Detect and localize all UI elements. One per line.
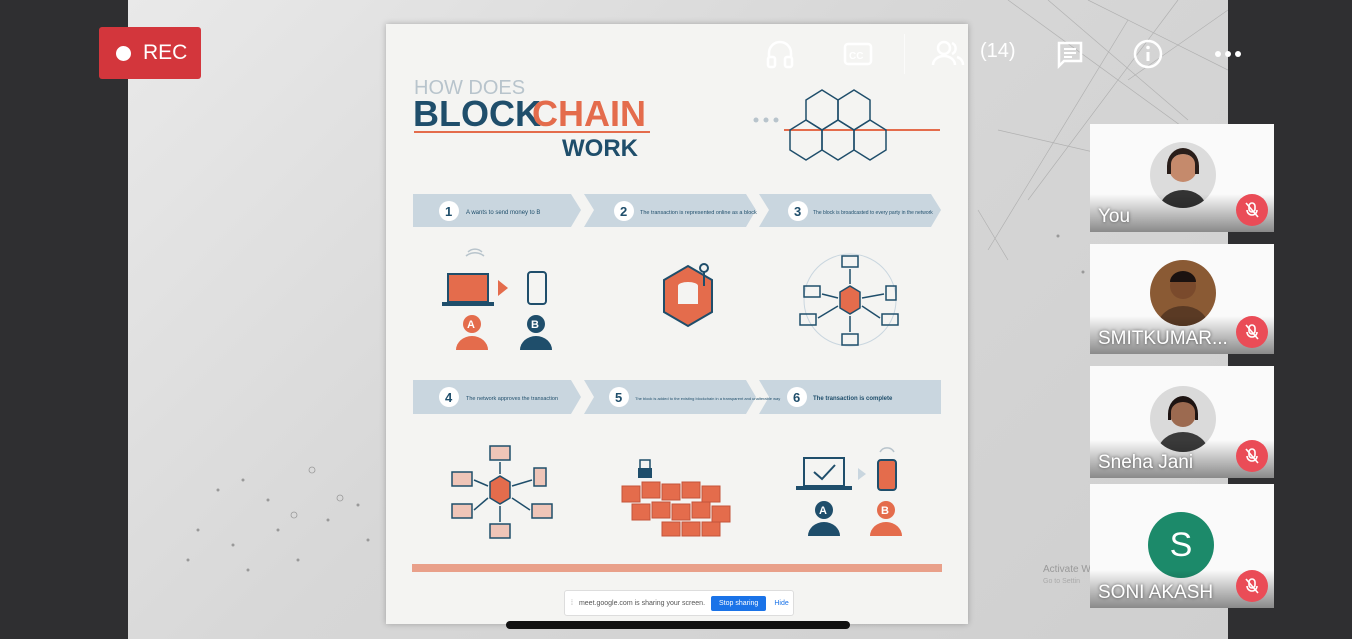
step-6-number: 6 xyxy=(793,390,800,405)
more-options-icon[interactable] xyxy=(1208,30,1248,78)
captions-icon[interactable]: CC xyxy=(838,30,878,78)
recording-indicator: REC xyxy=(99,27,201,79)
participant-tile-you[interactable]: You xyxy=(1090,124,1274,232)
avatar: S xyxy=(1148,512,1214,578)
toolbar-divider xyxy=(904,34,905,74)
recording-label: REC xyxy=(143,41,188,64)
participant-name: You xyxy=(1098,206,1131,227)
participant-tile-smitkumar[interactable]: SMITKUMAR... xyxy=(1090,244,1274,354)
info-icon[interactable] xyxy=(1128,30,1168,78)
screen-share-bar: ⁞ meet.google.com is sharing your screen… xyxy=(564,590,794,616)
record-dot-icon xyxy=(116,45,131,61)
mic-muted-icon xyxy=(1236,316,1268,348)
step-1-text: A wants to send money to B xyxy=(466,210,540,216)
slide-title-block: BLOCK xyxy=(413,93,541,134)
stop-sharing-button[interactable]: Stop sharing xyxy=(711,595,767,611)
people-icon[interactable] xyxy=(928,30,968,78)
mic-muted-icon xyxy=(1236,194,1268,226)
step-6-text: The transaction is complete xyxy=(813,396,893,402)
step-1-number: 1 xyxy=(445,204,452,219)
hide-button[interactable]: Hide xyxy=(774,600,788,607)
slide-title-work: WORK xyxy=(562,135,639,162)
participant-tile-soni-akash[interactable]: S SONI AKASH xyxy=(1090,484,1274,608)
step-4-number: 4 xyxy=(445,390,453,405)
slide-footer-bar xyxy=(412,564,942,572)
drag-handle-icon[interactable]: ⁞ xyxy=(571,600,573,607)
step-4-text: The network approves the transaction xyxy=(466,396,558,402)
blockchain-infographic: HOW DOES BLOCK CHAIN WORK 1 A wants to s… xyxy=(412,77,942,572)
headphones-icon[interactable] xyxy=(760,30,800,78)
activate-watermark-sub: Go to Settin xyxy=(1043,578,1080,585)
step-5-number: 5 xyxy=(615,390,622,405)
participant-tile-sneha-jani[interactable]: Sneha Jani xyxy=(1090,366,1274,478)
participant-name: Sneha Jani xyxy=(1098,452,1194,473)
network-broadcast-illustration xyxy=(799,253,899,347)
user-b-badge: B xyxy=(531,319,539,331)
step-3-text: The block is broadcasted to every party … xyxy=(813,210,933,216)
step-2-text: The transaction is represented online as… xyxy=(640,210,757,216)
mic-muted-icon xyxy=(1236,440,1268,472)
participant-count: (14) xyxy=(980,40,1016,62)
slide-title-chain: CHAIN xyxy=(532,93,646,134)
chat-icon[interactable] xyxy=(1050,30,1090,78)
share-message: meet.google.com is sharing your screen. xyxy=(578,599,706,607)
blockchain-added-illustration xyxy=(621,459,731,537)
participant-name: SONI AKASH xyxy=(1098,582,1214,603)
network-approval-illustration xyxy=(451,445,553,539)
user-a-badge: A xyxy=(467,319,475,331)
activate-watermark: Activate W xyxy=(1043,564,1091,575)
user-a-badge-final: A xyxy=(819,505,827,517)
transaction-block-illustration xyxy=(663,263,713,328)
user-b-badge-final: B xyxy=(881,505,889,517)
transaction-complete-illustration: A B xyxy=(796,447,902,536)
participant-name: SMITKUMAR... xyxy=(1098,328,1228,349)
step-5-text: The block is added to the existing block… xyxy=(635,396,780,401)
home-indicator[interactable] xyxy=(506,621,850,629)
blockchain-cubes-icon xyxy=(753,89,940,161)
step-2-number: 2 xyxy=(620,204,627,219)
step-3-number: 3 xyxy=(794,204,801,219)
svg-text:CC: CC xyxy=(849,51,863,62)
mic-muted-icon xyxy=(1236,570,1268,602)
send-money-illustration: A B xyxy=(442,248,552,350)
shared-slide: HOW DOES BLOCK CHAIN WORK 1 A wants to s… xyxy=(386,24,968,624)
